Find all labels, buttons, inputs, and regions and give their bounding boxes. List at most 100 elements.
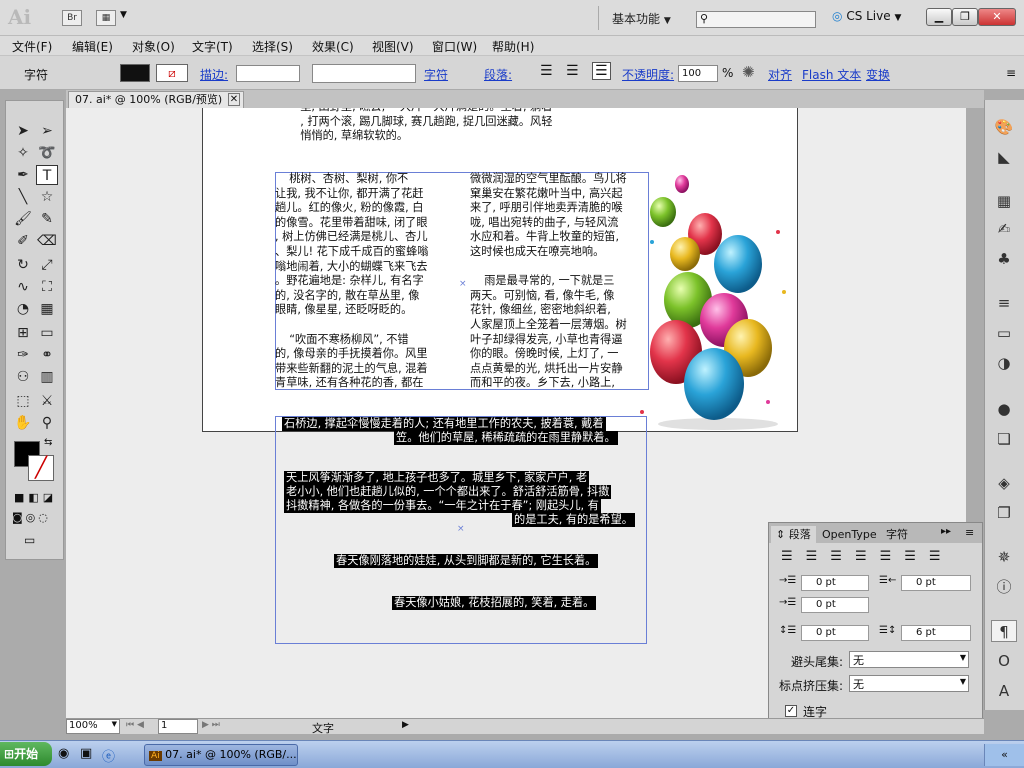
- artboard-tool-icon[interactable]: ⬚: [12, 391, 34, 411]
- hand-tool-icon[interactable]: ✋: [12, 413, 34, 433]
- stroke-panel-icon[interactable]: ≡: [991, 292, 1017, 314]
- transparency-icon[interactable]: ◑: [991, 352, 1017, 374]
- font-family-field[interactable]: [312, 64, 416, 83]
- bridge-button[interactable]: Br: [62, 10, 82, 26]
- selected-text-line[interactable]: 的是工夫, 有的是希望。: [512, 513, 635, 527]
- menu-effect[interactable]: 效果(C): [312, 38, 354, 55]
- pen-tool-icon[interactable]: ✒: [12, 165, 34, 185]
- mesh-tool-icon[interactable]: ⊞: [12, 323, 34, 343]
- swatches-icon[interactable]: ▦: [991, 190, 1017, 212]
- opacity-link[interactable]: 不透明度:: [622, 66, 674, 83]
- eyedropper-icon[interactable]: ✑: [12, 345, 34, 365]
- blob-brush-icon[interactable]: ✐: [12, 231, 34, 251]
- start-button[interactable]: ⊞开始: [0, 742, 52, 766]
- hyphenate-checkbox[interactable]: ✓: [785, 705, 797, 717]
- symbols-icon[interactable]: ♣: [991, 248, 1017, 270]
- menu-select[interactable]: 选择(S): [252, 38, 293, 55]
- selected-text-line[interactable]: 老小小, 他们也赶趟儿似的, 一个个都出来了。舒活舒活筋骨, 抖擞: [284, 485, 612, 499]
- info-icon[interactable]: ⓘ: [991, 576, 1017, 598]
- scale-tool-icon[interactable]: ⤢: [36, 255, 58, 275]
- align-link[interactable]: 对齐: [768, 66, 792, 83]
- align-left-icon[interactable]: ☰: [540, 63, 553, 79]
- mojikumi-select[interactable]: 无 ▼: [849, 675, 969, 692]
- status-menu-icon[interactable]: ▶: [402, 720, 409, 730]
- graph-tool-icon[interactable]: ▥: [36, 367, 58, 387]
- opacity-input[interactable]: 100: [678, 65, 718, 82]
- color-panel-icon[interactable]: 🎨: [991, 116, 1017, 138]
- stroke-swatch[interactable]: ⧄: [156, 64, 188, 82]
- character-link[interactable]: 字符: [424, 66, 448, 83]
- minimize-button[interactable]: ▁: [926, 8, 952, 26]
- selection-tool-icon[interactable]: ➤: [12, 121, 34, 141]
- brush-tool-icon[interactable]: 🖌: [12, 209, 34, 229]
- fill-swatch[interactable]: [120, 64, 150, 82]
- navigator-icon[interactable]: ✵: [991, 546, 1017, 568]
- perspective-grid-icon[interactable]: ▦: [36, 299, 58, 319]
- symbol-sprayer-icon[interactable]: ⚇: [12, 367, 34, 387]
- next-page-icon[interactable]: ▶ ⏭: [202, 720, 220, 730]
- close-button[interactable]: ✕: [978, 8, 1016, 26]
- character-panel-icon[interactable]: A: [991, 680, 1017, 702]
- paragraph-link[interactable]: 段落:: [484, 66, 512, 83]
- tab-character[interactable]: 字符: [881, 526, 913, 543]
- shape-builder-icon[interactable]: ◔: [12, 299, 34, 319]
- right-indent-input[interactable]: 0 pt: [901, 575, 971, 591]
- selected-text-line[interactable]: 石桥边, 撑起伞慢慢走着的人; 还有地里工作的农夫, 披着蓑, 戴着: [282, 417, 606, 431]
- first-page-icon[interactable]: ⏮ ◀: [126, 720, 144, 730]
- stroke-color-box[interactable]: ╱: [28, 455, 54, 481]
- opentype-icon[interactable]: O: [991, 650, 1017, 672]
- selected-text-line[interactable]: 天上风筝渐渐多了, 地上孩子也多了。城里乡下, 家家户户, 老: [284, 471, 590, 485]
- page-select[interactable]: 1: [158, 719, 198, 734]
- selected-text-line[interactable]: 笠。他们的草屋, 稀稀疏疏的在雨里静默着。: [394, 431, 618, 445]
- selected-text-line[interactable]: 春天像刚落地的娃娃, 从头到脚都是新的, 它生长着。: [334, 554, 599, 568]
- artboards-icon[interactable]: ❐: [991, 502, 1017, 524]
- menu-view[interactable]: 视图(V): [372, 38, 414, 55]
- paragraph-panel-icon[interactable]: ¶: [991, 620, 1017, 642]
- doc-tab[interactable]: 07. ai* @ 100% (RGB/预览) ✕: [68, 91, 244, 108]
- tray-expand-icon[interactable]: «: [984, 744, 1024, 766]
- transform-link[interactable]: 变换: [866, 66, 890, 83]
- first-line-indent-input[interactable]: 0 pt: [801, 597, 869, 613]
- media-player-icon[interactable]: ◉: [58, 746, 69, 761]
- space-before-input[interactable]: 0 pt: [801, 625, 869, 641]
- menu-help[interactable]: 帮助(H): [492, 38, 534, 55]
- type-tool-icon[interactable]: T: [36, 165, 58, 185]
- space-after-input[interactable]: 6 pt: [901, 625, 971, 641]
- search-input[interactable]: ⚲: [696, 11, 816, 28]
- warp-tool-icon[interactable]: ∿: [12, 277, 34, 297]
- zoom-tool-icon[interactable]: ⚲: [36, 413, 58, 433]
- panel-menu-icon[interactable]: ≡: [1006, 66, 1016, 80]
- star-tool-icon[interactable]: ☆: [36, 187, 58, 207]
- pencil-tool-icon[interactable]: ✎: [36, 209, 58, 229]
- restore-button[interactable]: ❐: [952, 8, 978, 26]
- slice-tool-icon[interactable]: ⚔: [36, 391, 58, 411]
- cs-live-menu[interactable]: ◎ CS Live ▼: [832, 9, 901, 23]
- layers-icon[interactable]: ◈: [991, 472, 1017, 494]
- align-right-icon[interactable]: ☰: [592, 62, 611, 80]
- selected-text-line[interactable]: 春天像小姑娘, 花枝招展的, 笑着, 走着。: [392, 596, 597, 610]
- rotate-tool-icon[interactable]: ↻: [12, 255, 34, 275]
- explorer-icon[interactable]: ▣: [80, 746, 92, 761]
- gradient-panel-icon[interactable]: ▭: [991, 322, 1017, 344]
- flash-text-link[interactable]: Flash 文本: [802, 66, 861, 83]
- swap-colors-icon[interactable]: ⇆: [44, 437, 52, 448]
- graphic-styles-icon[interactable]: ❏: [991, 428, 1017, 450]
- lasso-icon[interactable]: ➰: [36, 143, 58, 163]
- left-indent-input[interactable]: 0 pt: [801, 575, 869, 591]
- close-icon[interactable]: ✕: [228, 93, 240, 106]
- panel-menu-icon[interactable]: ≡: [965, 526, 974, 539]
- menu-edit[interactable]: 编辑(E): [72, 38, 113, 55]
- free-transform-icon[interactable]: ⛶: [36, 277, 58, 297]
- arrange-docs-button[interactable]: ▦: [96, 10, 116, 26]
- recolor-icon[interactable]: ✺: [742, 63, 755, 81]
- menu-object[interactable]: 对象(O): [132, 38, 175, 55]
- color-mode-icons[interactable]: ■◧◪: [14, 491, 62, 504]
- blend-tool-icon[interactable]: ⚭: [36, 345, 58, 365]
- browser-icon[interactable]: ⓔ: [102, 746, 115, 765]
- appearance-icon[interactable]: ●: [991, 398, 1017, 420]
- magic-wand-icon[interactable]: ✧: [12, 143, 34, 163]
- menu-window[interactable]: 窗口(W): [432, 38, 477, 55]
- chevron-down-icon[interactable]: ▼: [120, 10, 127, 20]
- workspace-switcher[interactable]: 基本功能 ▼: [612, 10, 671, 27]
- menu-file[interactable]: 文件(F): [12, 38, 52, 55]
